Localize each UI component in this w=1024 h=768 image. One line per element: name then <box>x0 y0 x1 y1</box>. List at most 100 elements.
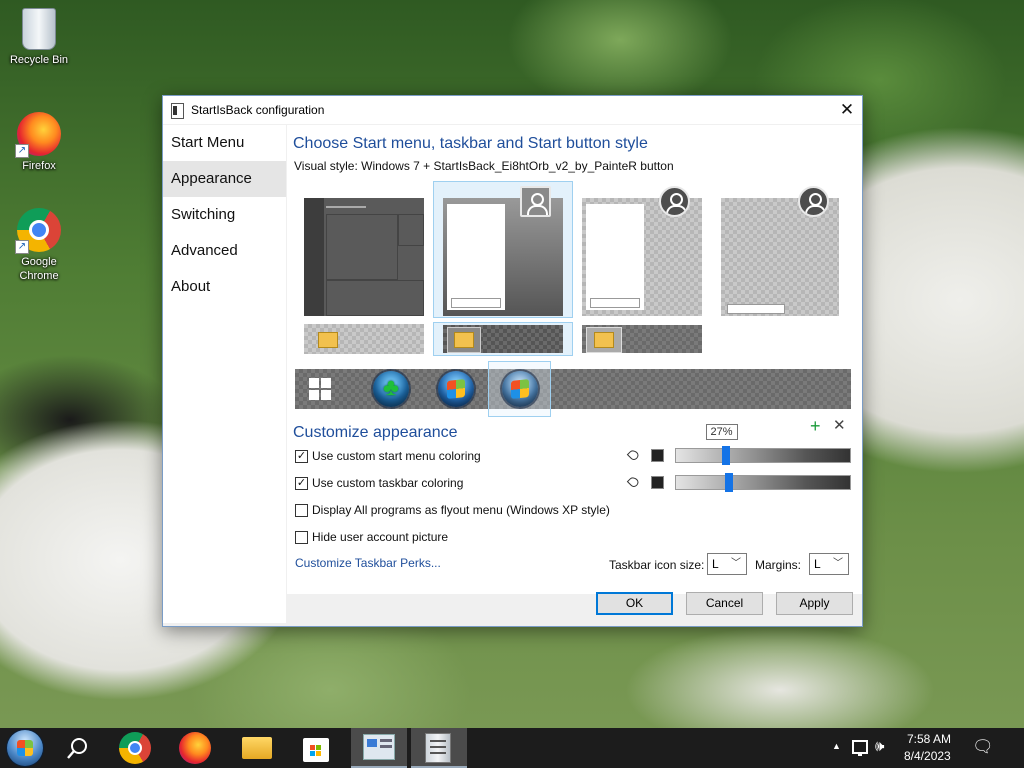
server-icon <box>425 733 451 763</box>
start-menu-style-vista[interactable] <box>582 198 702 316</box>
startisback-app-icon <box>171 103 184 119</box>
desktop-icon-label: Google Chrome <box>19 256 59 282</box>
checkbox[interactable]: ✓ <box>295 476 308 490</box>
close-button[interactable]: ✕ <box>832 96 862 124</box>
taskbar-style-2[interactable] <box>443 325 563 353</box>
folder-icon <box>594 332 614 348</box>
margins-label: Margins: <box>755 558 802 572</box>
store-icon <box>303 738 329 762</box>
clover-orb-start-button-option[interactable] <box>373 371 409 407</box>
taskbar-search-button[interactable] <box>55 728 101 768</box>
nav-item-start-menu[interactable]: Start Menu <box>163 125 286 161</box>
start-orb-icon <box>7 730 43 766</box>
startisback-configuration-dialog: StartIsBack configuration ✕ Start Menu A… <box>162 95 863 627</box>
chrome-icon: ↗ <box>15 208 61 254</box>
sidebar-nav: Start Menu Appearance Switching Advanced… <box>163 125 286 623</box>
chrome-icon <box>119 732 151 764</box>
cancel-button[interactable]: Cancel <box>686 592 763 615</box>
ei8htorb-start-button-option[interactable] <box>502 371 538 407</box>
search-icon <box>67 738 87 759</box>
win10-tile <box>326 214 398 280</box>
firefox-icon: ↗ <box>15 112 61 158</box>
taskbar-startisback-config-button[interactable] <box>351 728 407 768</box>
windows10-start-button-option[interactable] <box>309 378 331 400</box>
checkbox[interactable] <box>295 503 308 517</box>
option-custom-start-menu-coloring[interactable]: ✓ Use custom start menu coloring <box>295 448 481 464</box>
win10-tile <box>398 214 424 246</box>
taskbar-opacity-slider[interactable] <box>675 475 851 490</box>
shortcut-arrow-icon: ↗ <box>15 240 29 254</box>
checkbox[interactable]: ✓ <box>295 449 308 463</box>
shortcut-arrow-icon: ↗ <box>15 144 29 158</box>
win10-tile <box>326 280 424 316</box>
folder-icon <box>454 332 474 348</box>
taskbar-server-button[interactable] <box>411 728 467 768</box>
title-bar[interactable]: StartIsBack configuration ✕ <box>163 96 862 124</box>
reset-color-button[interactable]: ✕ <box>833 418 846 433</box>
taskbar-icon-size-select[interactable]: L ﹀ <box>707 553 747 575</box>
nav-item-switching[interactable]: Switching <box>163 197 286 233</box>
nav-item-about[interactable]: About <box>163 269 286 305</box>
win10-title-line <box>326 206 366 208</box>
network-icon[interactable] <box>852 740 868 756</box>
appearance-panel: Choose Start menu, taskbar and Start but… <box>287 125 862 594</box>
taskbar-style-1[interactable] <box>304 324 424 354</box>
checkbox[interactable] <box>295 530 308 544</box>
transparency-drop-icon <box>626 475 641 489</box>
firefox-icon <box>179 732 211 764</box>
nav-item-appearance[interactable]: Appearance <box>163 161 286 197</box>
style-heading: Choose Start menu, taskbar and Start but… <box>293 135 648 152</box>
taskbar-store-button[interactable] <box>294 728 340 768</box>
windows7-orb-start-button-option[interactable] <box>438 371 474 407</box>
option-hide-user-picture[interactable]: Hide user account picture <box>295 529 448 545</box>
window-title: StartIsBack configuration <box>191 103 325 117</box>
option-flyout-all-programs[interactable]: Display All programs as flyout menu (Win… <box>295 502 610 518</box>
option-label: Display All programs as flyout menu (Win… <box>312 503 610 517</box>
nav-item-advanced[interactable]: Advanced <box>163 233 286 269</box>
program-list-panel <box>586 204 644 310</box>
taskbar-color-swatch[interactable] <box>651 476 664 489</box>
taskbar-file-explorer-button[interactable] <box>234 728 280 768</box>
option-label: Use custom start menu coloring <box>312 449 481 463</box>
taskbar-firefox-button[interactable] <box>173 728 217 768</box>
taskbar-chrome-button[interactable] <box>113 728 157 768</box>
notification-center-icon[interactable]: 🗨 <box>972 737 994 757</box>
desktop-icon-recycle-bin[interactable]: Recycle Bin <box>1 8 77 67</box>
customize-heading: Customize appearance <box>293 424 458 441</box>
user-avatar-icon <box>798 186 829 217</box>
margins-select[interactable]: L ﹀ <box>809 553 849 575</box>
speaker-icon[interactable]: 🕪 <box>875 738 884 755</box>
select-value: L <box>712 557 719 571</box>
opacity-tooltip: 27% <box>705 424 738 440</box>
clock-date[interactable]: 8/4/2023 <box>904 749 951 763</box>
start-menu-style-plain[interactable] <box>721 198 839 316</box>
option-label: Hide user account picture <box>312 530 449 544</box>
desktop-icon-firefox[interactable]: ↗ Firefox <box>1 112 77 173</box>
desktop-icon-chrome[interactable]: ↗ Google Chrome <box>1 208 77 283</box>
option-custom-taskbar-coloring[interactable]: ✓ Use custom taskbar coloring <box>295 475 463 491</box>
start-menu-style-windows10[interactable] <box>304 198 424 316</box>
select-value: L <box>814 557 821 571</box>
ok-button[interactable]: OK <box>596 592 673 615</box>
taskbar-opacity-slider-thumb[interactable] <box>725 473 734 492</box>
desktop-icon-label: Firefox <box>22 160 56 172</box>
win10-sidebar <box>304 198 324 316</box>
taskbar-icon-size-label: Taskbar icon size: <box>609 558 705 572</box>
visual-style-label: Visual style: Windows 7 + StartIsBack_Ei… <box>294 159 674 173</box>
search-box-preview <box>727 304 785 314</box>
show-hidden-icons-chevron-icon[interactable]: ▲ <box>832 741 841 751</box>
program-list-panel <box>447 204 505 310</box>
user-avatar-icon <box>659 186 690 217</box>
apply-button[interactable]: Apply <box>776 592 853 615</box>
customize-taskbar-perks-link[interactable]: Customize Taskbar Perks... <box>295 556 441 570</box>
recycle-bin-icon <box>22 8 56 50</box>
add-color-button[interactable]: + <box>810 417 821 435</box>
start-button[interactable] <box>0 728 52 768</box>
taskbar-style-3[interactable] <box>582 325 702 353</box>
start-menu-opacity-slider[interactable] <box>675 448 851 463</box>
user-avatar-icon <box>520 186 551 217</box>
transparency-drop-icon <box>626 448 641 462</box>
option-label: Use custom taskbar coloring <box>312 476 464 490</box>
clock-time[interactable]: 7:58 AM <box>907 732 951 746</box>
start-menu-color-swatch[interactable] <box>651 449 664 462</box>
